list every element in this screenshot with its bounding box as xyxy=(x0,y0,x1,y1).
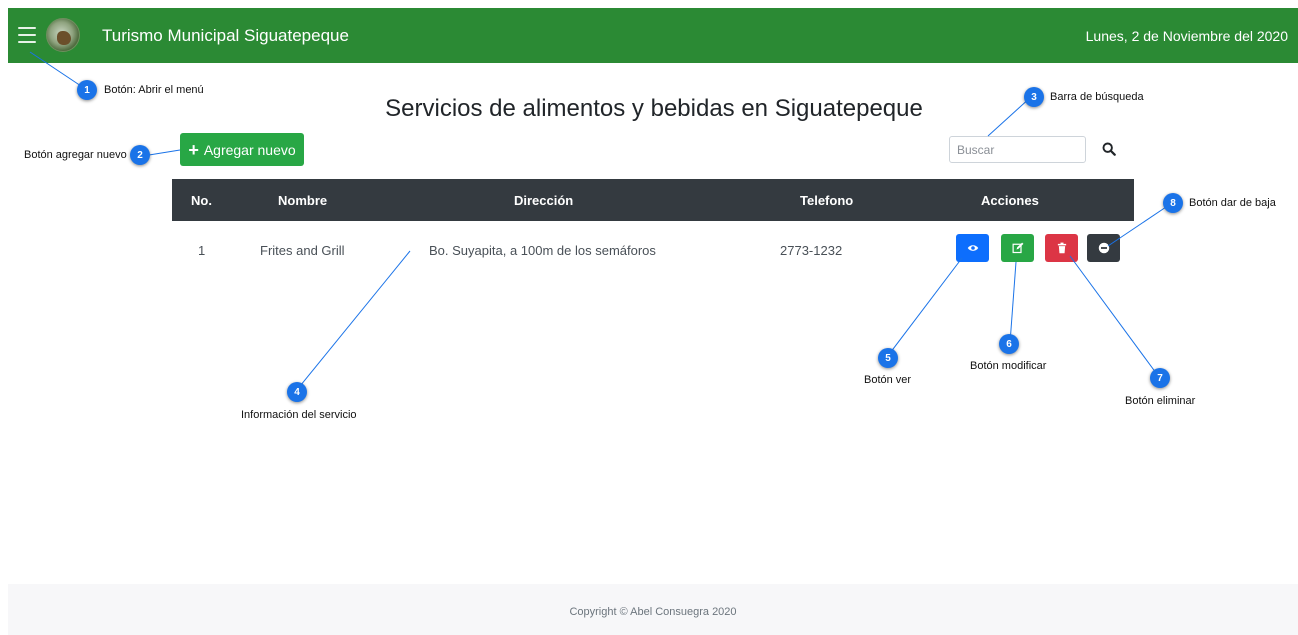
callout-label-7: Botón eliminar xyxy=(1125,395,1196,407)
footer: Copyright © Abel Consuegra 2020 xyxy=(8,584,1298,635)
menu-button[interactable] xyxy=(16,24,38,46)
header-address: Dirección xyxy=(514,193,574,208)
table-header: No. Nombre Dirección Telefono Acciones xyxy=(172,179,1134,221)
add-new-label: Agregar nuevo xyxy=(203,141,296,158)
callout-badge-7: 7 xyxy=(1150,368,1170,388)
app-title: Turismo Municipal Siguatepeque xyxy=(102,26,349,45)
row-address: Bo. Suyapita, a 100m de los semáforos xyxy=(429,243,656,258)
callout-badge-6: 6 xyxy=(999,334,1019,354)
callout-label-5: Botón ver xyxy=(864,374,912,386)
search-input[interactable] xyxy=(949,136,1086,163)
callout-label-6: Botón modificar xyxy=(970,360,1047,372)
row-phone: 2773-1232 xyxy=(780,243,843,258)
callout-badge-1: 1 xyxy=(77,80,97,100)
callout-label-1: Botón: Abrir el menú xyxy=(104,84,204,96)
current-date: Lunes, 2 de Noviembre del 2020 xyxy=(1085,28,1288,44)
trash-icon xyxy=(1057,242,1066,254)
header-name: Nombre xyxy=(278,193,328,208)
header-actions: Acciones xyxy=(981,193,1039,208)
callout-badge-2: 2 xyxy=(130,145,150,165)
callout-badge-4: 4 xyxy=(287,382,307,402)
hamburger-icon xyxy=(18,27,36,29)
add-new-button[interactable]: + Agregar nuevo xyxy=(180,133,304,166)
delete-button[interactable] xyxy=(1045,234,1078,262)
row-name: Frites and Grill xyxy=(260,243,345,258)
disable-button[interactable] xyxy=(1087,234,1120,262)
callout-badge-5: 5 xyxy=(878,348,898,368)
edit-icon xyxy=(1012,242,1023,254)
header-phone: Telefono xyxy=(800,193,854,208)
copyright-text: Copyright © Abel Consuegra 2020 xyxy=(569,606,737,618)
search-icon[interactable] xyxy=(1102,142,1116,156)
municipal-logo xyxy=(46,18,80,52)
table-row: 1 Frites and Grill Bo. Suyapita, a 100m … xyxy=(172,221,1134,281)
minus-circle-icon xyxy=(1098,242,1109,254)
view-button[interactable] xyxy=(956,234,989,262)
header-number: No. xyxy=(191,193,212,208)
edit-button[interactable] xyxy=(1001,234,1034,262)
plus-icon: + xyxy=(188,139,199,160)
callout-label-3: Barra de búsqueda xyxy=(1050,91,1144,103)
eye-icon xyxy=(967,245,978,251)
row-number: 1 xyxy=(198,243,206,258)
callout-badge-3: 3 xyxy=(1024,87,1044,107)
callout-label-4: Información del servicio xyxy=(241,409,357,421)
top-navbar: Turismo Municipal Siguatepeque Lunes, 2 … xyxy=(8,8,1298,63)
callout-badge-8: 8 xyxy=(1163,193,1183,213)
callout-label-2: Botón agregar nuevo xyxy=(24,149,127,161)
callout-label-8: Botón dar de baja xyxy=(1189,197,1276,209)
